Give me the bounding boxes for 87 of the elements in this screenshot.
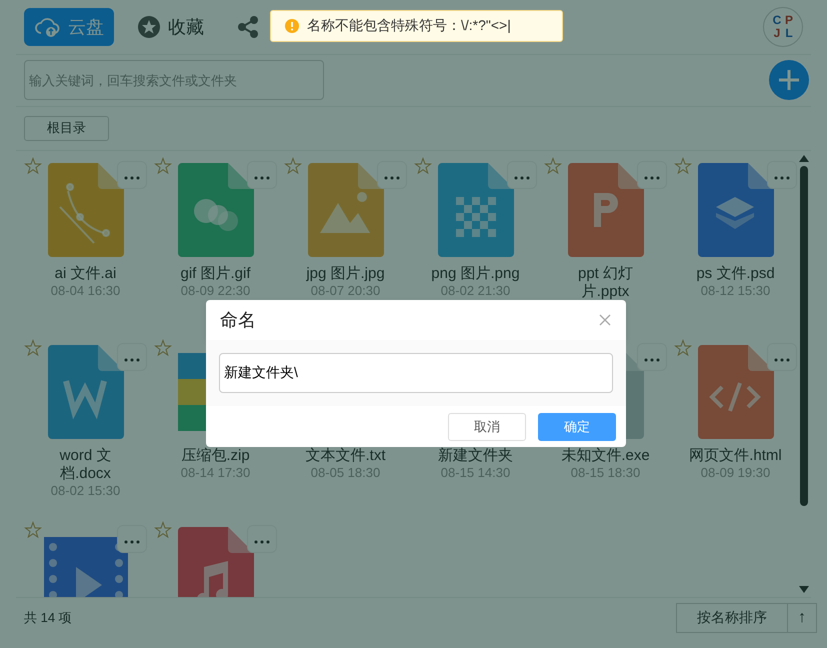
- favorite-button[interactable]: [154, 156, 172, 175]
- favorite-button[interactable]: [154, 520, 172, 539]
- warning-icon: [285, 19, 299, 33]
- favorite-button[interactable]: [154, 338, 172, 357]
- more-icon: [774, 176, 790, 180]
- favorite-button[interactable]: [284, 156, 302, 175]
- more-icon: [124, 176, 140, 180]
- file-name: 文本文件.txt: [304, 446, 386, 465]
- presentation-file-icon: [566, 162, 646, 257]
- breadcrumb-item[interactable]: 根目录: [24, 116, 109, 141]
- more-icon: [124, 358, 140, 362]
- favorite-button[interactable]: [544, 156, 562, 175]
- image-file-icon: [436, 162, 516, 257]
- item-count: 共 14 项: [24, 609, 72, 628]
- scrollbar-thumb[interactable]: [800, 166, 808, 506]
- star-icon: [154, 156, 172, 175]
- file-name: 压缩包.zip: [180, 446, 251, 465]
- favorite-button[interactable]: [24, 156, 42, 175]
- nav-tab[interactable]: 收藏: [128, 8, 214, 46]
- more-icon: [644, 358, 660, 362]
- favorite-button[interactable]: [674, 338, 692, 357]
- cancel-button[interactable]: 取消: [448, 412, 526, 440]
- code-file-icon: [696, 344, 776, 439]
- more-button[interactable]: [637, 342, 667, 371]
- more-button[interactable]: [507, 160, 537, 189]
- star-icon: [284, 156, 302, 175]
- add-button[interactable]: [769, 60, 809, 100]
- more-icon: [644, 176, 660, 180]
- sort-direction-button[interactable]: ↑: [788, 603, 817, 634]
- more-button[interactable]: [637, 160, 667, 189]
- more-icon: [254, 176, 270, 180]
- more-icon: [384, 176, 400, 180]
- star-icon: [544, 156, 562, 175]
- toast-message: 名称不能包含特殊符号：\/:*?"<>|: [307, 17, 511, 35]
- document-file-icon: [46, 344, 126, 439]
- file-name: jpg 图片.jpg: [305, 264, 386, 283]
- more-icon: [254, 540, 270, 544]
- favorite-button[interactable]: [24, 338, 42, 357]
- more-button[interactable]: [377, 160, 407, 189]
- more-icon: [124, 540, 140, 544]
- file-name: ps 文件.psd: [695, 264, 776, 283]
- star-icon: [24, 338, 42, 357]
- favorite-button[interactable]: [414, 156, 432, 175]
- search-field[interactable]: 输入关键词，回车搜索文件或文件夹: [24, 60, 324, 100]
- more-button[interactable]: [117, 342, 147, 371]
- file-name: 新建文件夹: [437, 446, 514, 465]
- more-icon: [774, 358, 790, 362]
- more-button[interactable]: [117, 524, 147, 553]
- more-button[interactable]: [247, 160, 277, 189]
- star-icon: [414, 156, 432, 175]
- dialog-title: 命名: [220, 309, 256, 332]
- more-button[interactable]: [117, 160, 147, 189]
- more-button[interactable]: [247, 524, 277, 553]
- file-name: ai 文件.ai: [54, 264, 118, 283]
- confirm-button[interactable]: 确定: [538, 412, 616, 440]
- image-file-icon: [176, 162, 256, 257]
- favorite-button[interactable]: [674, 156, 692, 175]
- favorite-button[interactable]: [24, 520, 42, 539]
- music-file-icon: [176, 526, 256, 598]
- file-name: gif 图片.gif: [179, 264, 252, 283]
- close-button[interactable]: [598, 313, 612, 327]
- more-button[interactable]: [767, 342, 797, 371]
- sort-button[interactable]: 按名称排序: [676, 603, 788, 634]
- name-input-field[interactable]: 新建文件夹\: [219, 353, 613, 393]
- star-icon: [24, 156, 42, 175]
- scroll-down-icon: [799, 586, 809, 594]
- more-button[interactable]: [767, 160, 797, 189]
- file-name: ppt 幻灯片.pptx: [576, 264, 634, 301]
- file-name: word 文档.docx: [58, 446, 112, 483]
- star-icon: [154, 520, 172, 539]
- file-name: png 图片.png: [430, 264, 521, 283]
- layers-file-icon: [696, 162, 776, 257]
- star-icon: [24, 520, 42, 539]
- close-icon: [599, 314, 611, 326]
- image-file-icon: [306, 162, 386, 257]
- more-icon: [514, 176, 530, 180]
- file-name: 未知文件.exe: [560, 446, 651, 465]
- avatar-logo[interactable]: C P J L: [763, 6, 803, 47]
- star-icon: [154, 338, 172, 357]
- vector-file-icon: [46, 162, 126, 257]
- star-icon: [674, 338, 692, 357]
- share-icon: [238, 16, 258, 38]
- file-name: 网页文件.html: [688, 446, 783, 465]
- cloud-upload-icon: [34, 16, 60, 38]
- scroll-up-icon: [799, 154, 809, 162]
- plus-icon: [778, 69, 800, 92]
- star-icon: [674, 156, 692, 175]
